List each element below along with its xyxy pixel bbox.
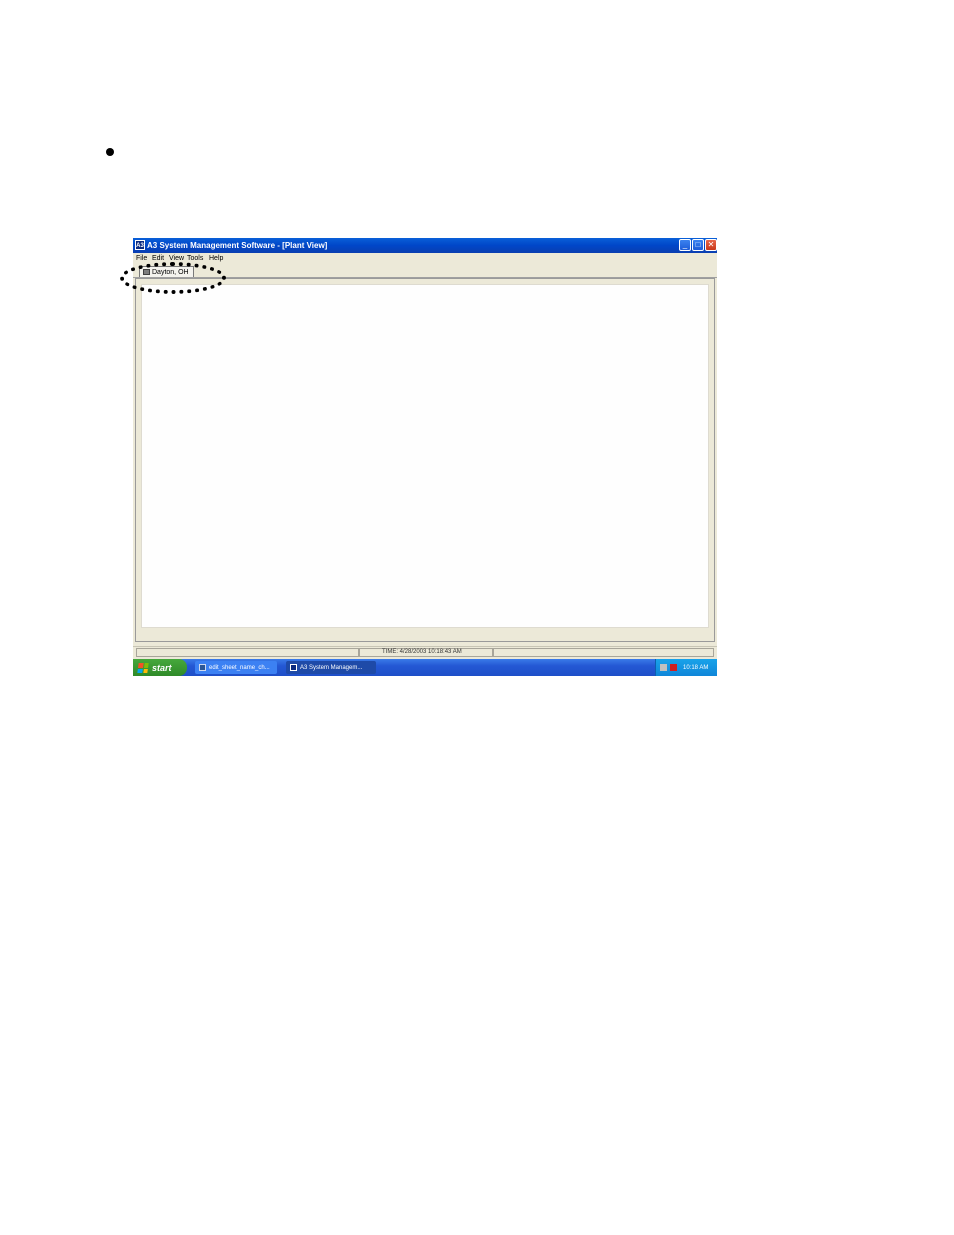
menu-bar: File Edit View Tools Help — [133, 253, 717, 264]
menu-edit[interactable]: Edit — [152, 253, 164, 264]
tab-dayton-oh[interactable]: Dayton, OH — [139, 266, 194, 277]
plant-view-canvas[interactable] — [141, 284, 709, 628]
app-icon[interactable]: A3 — [135, 240, 145, 250]
maximize-button[interactable]: □ — [692, 239, 704, 251]
taskbar-item-edit-sheet[interactable]: edit_sheet_name_ch... — [195, 661, 277, 674]
building-icon — [143, 269, 150, 275]
minimize-button[interactable]: _ — [679, 239, 691, 251]
menu-tools[interactable]: Tools — [187, 253, 203, 264]
app-icon — [290, 664, 297, 671]
system-tray: 10:18 AM — [655, 659, 717, 676]
title-bar[interactable]: A3 A3 System Management Software - [Plan… — [133, 238, 717, 253]
status-pane-left — [136, 648, 359, 657]
status-time: TIME: 4/28/2003 10:18:43 AM — [382, 649, 462, 655]
document-icon — [199, 664, 206, 671]
taskbar: start edit_sheet_name_ch... A3 System Ma… — [133, 659, 717, 676]
start-label: start — [152, 662, 172, 673]
taskbar-item-label: edit_sheet_name_ch... — [209, 664, 270, 671]
network-icon[interactable] — [660, 664, 667, 671]
bullet-point — [106, 148, 114, 156]
status-bar: TIME: 4/28/2003 10:18:43 AM — [133, 646, 717, 658]
status-pane-right — [493, 648, 714, 657]
menu-file[interactable]: File — [136, 253, 147, 264]
windows-logo-icon — [137, 662, 149, 673]
application-screenshot: A3 A3 System Management Software - [Plan… — [133, 238, 717, 676]
window-title: A3 System Management Software - [Plant V… — [147, 241, 328, 250]
start-button[interactable]: start — [133, 659, 187, 676]
tray-clock[interactable]: 10:18 AM — [683, 665, 708, 671]
close-button[interactable]: ✕ — [705, 239, 717, 251]
plant-view-frame — [135, 278, 715, 642]
tab-label: Dayton, OH — [152, 268, 189, 276]
taskbar-item-label: A3 System Managem... — [300, 664, 363, 671]
menu-help[interactable]: Help — [209, 253, 223, 264]
taskbar-item-a3-system[interactable]: A3 System Managem... — [286, 661, 376, 674]
ati-icon[interactable] — [670, 664, 677, 671]
menu-view[interactable]: View — [169, 253, 184, 264]
tab-strip: Dayton, OH — [133, 264, 717, 278]
